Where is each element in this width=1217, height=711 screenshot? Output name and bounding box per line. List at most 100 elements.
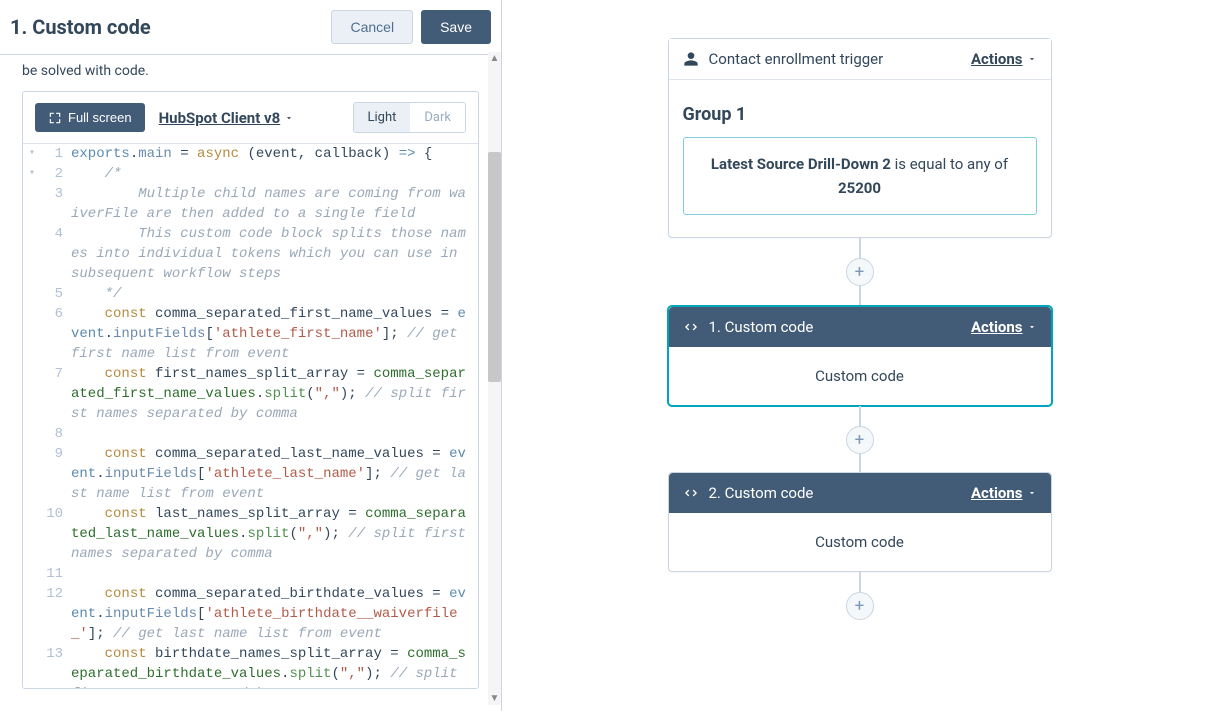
trigger-body: Group 1 Latest Source Drill-Down 2 is eq… [669, 80, 1051, 237]
scroll-thumb[interactable] [488, 152, 501, 382]
code-line[interactable]: 5 */ [23, 284, 478, 304]
connector-line [859, 406, 861, 426]
code-line[interactable]: 11 [23, 564, 478, 584]
description-text: be solved with code. [22, 63, 149, 79]
code-content[interactable]: const birthdate_names_split_array = comm… [71, 644, 478, 688]
fold-toggle [23, 364, 41, 424]
line-number: 4 [41, 224, 71, 284]
trigger-card[interactable]: Contact enrollment trigger Actions Group… [668, 38, 1052, 238]
line-number: 6 [41, 304, 71, 364]
code-line[interactable]: 3 Multiple child names are coming from w… [23, 184, 478, 224]
trigger-criteria[interactable]: Latest Source Drill-Down 2 is equal to a… [683, 137, 1037, 215]
code-content[interactable] [71, 564, 478, 584]
fold-toggle [23, 304, 41, 364]
code-content[interactable]: const first_names_split_array = comma_se… [71, 364, 478, 424]
code-line[interactable]: 12 const comma_separated_birthdate_value… [23, 584, 478, 644]
code-content[interactable]: const comma_separated_birthdate_values =… [71, 584, 478, 644]
code-line[interactable]: ▾2 /* [23, 164, 478, 184]
step-card-header: 1. Custom code Actions [669, 307, 1051, 347]
add-step-button[interactable]: + [846, 592, 874, 620]
step-title: 1. Custom code [709, 318, 814, 336]
line-number: 3 [41, 184, 71, 224]
client-version-dropdown[interactable]: HubSpot Client v8 [159, 109, 295, 127]
fold-toggle [23, 184, 41, 224]
save-button[interactable]: Save [421, 10, 491, 44]
panel-description: be solved with code. [0, 55, 501, 91]
criteria-value: 25200 [838, 179, 881, 197]
add-step-button[interactable]: + [846, 426, 874, 454]
code-content[interactable] [71, 424, 478, 444]
code-content[interactable]: Multiple child names are coming from wai… [71, 184, 478, 224]
panel-scrollbar[interactable]: ▲ ▼ [488, 52, 501, 705]
toolbar-left: Full screen HubSpot Client v8 [35, 103, 294, 132]
code-line[interactable]: 9 const comma_separated_last_name_values… [23, 444, 478, 504]
code-content[interactable]: This custom code block splits those name… [71, 224, 478, 284]
fold-toggle [23, 424, 41, 444]
line-number: 7 [41, 364, 71, 424]
step-body: Custom code [669, 513, 1051, 571]
fold-toggle [23, 284, 41, 304]
scroll-up-arrow[interactable]: ▲ [488, 52, 501, 65]
chevron-down-icon [1027, 322, 1037, 332]
code-content[interactable]: const comma_separated_last_name_values =… [71, 444, 478, 504]
line-number: 2 [41, 164, 71, 184]
criteria-property: Latest Source Drill-Down 2 [711, 155, 891, 173]
step-card-header: 2. Custom codeActions [669, 473, 1051, 513]
code-icon [683, 485, 699, 501]
line-number: 12 [41, 584, 71, 644]
actions-label: Actions [971, 484, 1023, 502]
fold-toggle[interactable]: ▾ [23, 144, 41, 164]
fullscreen-button[interactable]: Full screen [35, 103, 145, 132]
fold-toggle [23, 584, 41, 644]
workflow-step-card[interactable]: 1. Custom codeActionsCustom code [668, 306, 1052, 406]
theme-toggle: Light Dark [353, 102, 467, 133]
code-line[interactable]: 10 const last_names_split_array = comma_… [23, 504, 478, 564]
code-content[interactable]: const last_names_split_array = comma_sep… [71, 504, 478, 564]
step-actions-dropdown[interactable]: Actions [971, 318, 1037, 336]
client-version-label: HubSpot Client v8 [159, 109, 281, 127]
editor-side-panel: 1. Custom code Cancel Save be solved wit… [0, 0, 502, 711]
line-number: 11 [41, 564, 71, 584]
fullscreen-icon [48, 111, 62, 125]
code-line[interactable]: 8 [23, 424, 478, 444]
workflow-step-card[interactable]: 2. Custom codeActionsCustom code [668, 472, 1052, 572]
contact-icon [683, 51, 699, 67]
line-number: 13 [41, 644, 71, 688]
code-line[interactable]: 6 const comma_separated_first_name_value… [23, 304, 478, 364]
chevron-down-icon [284, 113, 294, 123]
code-content[interactable]: const comma_separated_first_name_values … [71, 304, 478, 364]
theme-dark-option[interactable]: Dark [410, 103, 465, 132]
code-content[interactable]: exports.main = async (event, callback) =… [71, 144, 478, 164]
add-step-button[interactable]: + [846, 258, 874, 286]
fold-toggle [23, 444, 41, 504]
cancel-button[interactable]: Cancel [331, 10, 413, 44]
theme-light-option[interactable]: Light [354, 103, 411, 132]
trigger-group-title: Group 1 [683, 104, 1037, 125]
trigger-title: Contact enrollment trigger [709, 50, 884, 68]
trigger-actions-dropdown[interactable]: Actions [971, 50, 1037, 68]
code-container: Full screen HubSpot Client v8 Light Dark… [22, 91, 479, 689]
workflow-canvas[interactable]: Contact enrollment trigger Actions Group… [502, 0, 1217, 711]
actions-label: Actions [971, 318, 1023, 336]
criteria-operator: is equal to any of [891, 155, 1008, 173]
line-number: 10 [41, 504, 71, 564]
code-line[interactable]: ▾1exports.main = async (event, callback)… [23, 144, 478, 164]
connector-line [859, 286, 861, 306]
fold-toggle [23, 224, 41, 284]
connector-line [859, 238, 861, 258]
panel-header: 1. Custom code Cancel Save [0, 0, 501, 55]
code-content[interactable]: */ [71, 284, 478, 304]
code-line[interactable]: 4 This custom code block splits those na… [23, 224, 478, 284]
code-icon [683, 319, 699, 335]
fold-toggle [23, 504, 41, 564]
code-line[interactable]: 7 const first_names_split_array = comma_… [23, 364, 478, 424]
line-number: 1 [41, 144, 71, 164]
scroll-down-arrow[interactable]: ▼ [488, 692, 501, 705]
chevron-down-icon [1027, 488, 1037, 498]
code-editor[interactable]: ▾1exports.main = async (event, callback)… [23, 144, 478, 688]
step-actions-dropdown[interactable]: Actions [971, 484, 1037, 502]
code-line[interactable]: 13 const birthdate_names_split_array = c… [23, 644, 478, 688]
fold-toggle [23, 564, 41, 584]
code-content[interactable]: /* [71, 164, 478, 184]
fold-toggle[interactable]: ▾ [23, 164, 41, 184]
